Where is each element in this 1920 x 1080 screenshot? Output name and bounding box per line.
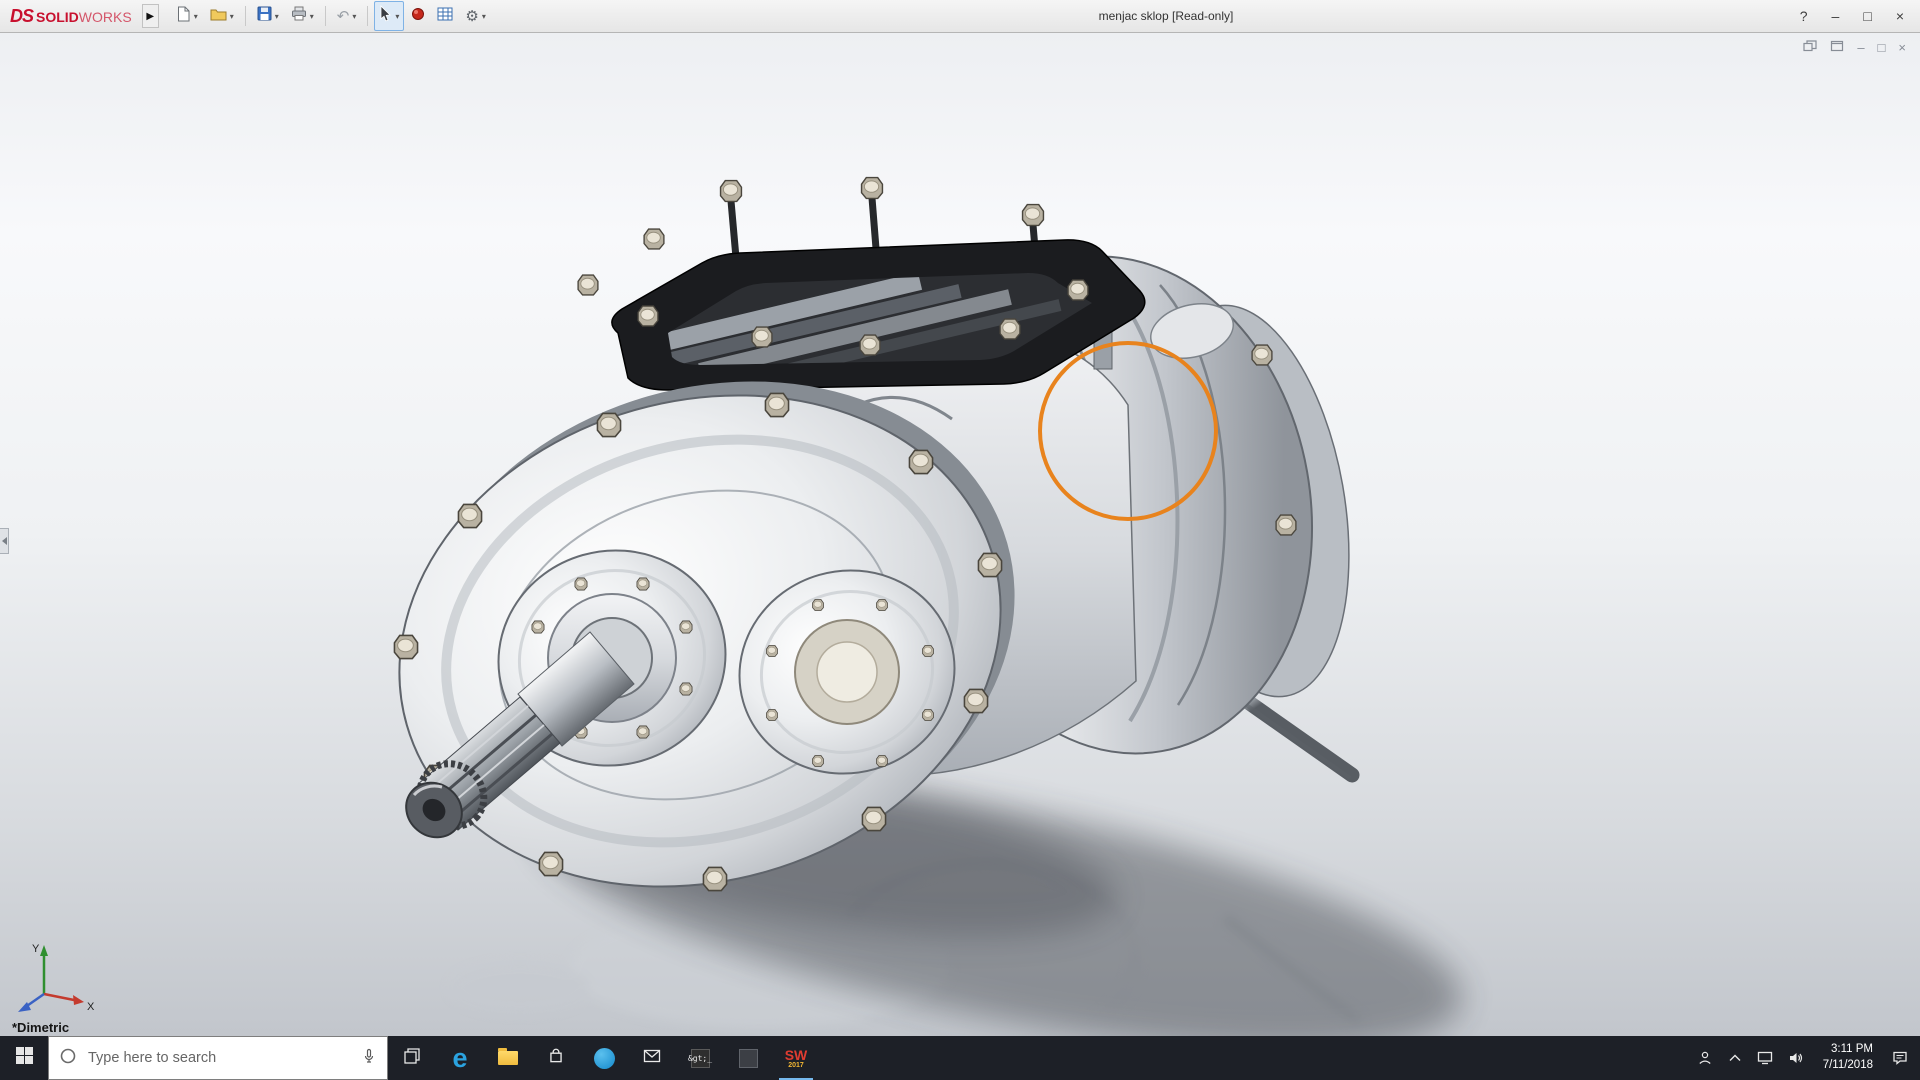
open-folder-icon: [210, 7, 227, 26]
grid-tool-button[interactable]: [432, 3, 458, 30]
chevron-down-icon[interactable]: ▾: [310, 12, 314, 21]
help-button[interactable]: ?: [1800, 8, 1808, 24]
round-blue-app-icon: [594, 1048, 615, 1069]
taskbar-edge-button[interactable]: e: [436, 1036, 484, 1080]
printer-icon: [291, 6, 307, 26]
toolbar-separator: [367, 6, 368, 26]
taskbar-apps: e &gt;_ SW 2017: [388, 1036, 820, 1080]
clock-time: 3:11 PM: [1831, 1042, 1873, 1058]
dark-app-icon: [739, 1049, 758, 1068]
windows-logo-icon: [16, 1047, 33, 1069]
doc-float-button[interactable]: [1830, 40, 1844, 54]
undo-button[interactable]: ↶ ▾: [332, 5, 362, 28]
chevron-down-icon[interactable]: ▾: [275, 12, 279, 21]
cursor-arrow-icon: [379, 5, 392, 27]
panel-collapse-tab[interactable]: [0, 528, 9, 554]
network-button[interactable]: [1757, 1051, 1773, 1065]
window-controls: ? – □ ×: [1800, 8, 1912, 24]
select-tool-button[interactable]: ▾: [374, 1, 404, 31]
windows-taskbar: e &gt;_ SW 2017: [0, 1036, 1920, 1080]
document-window-controls: – □ ×: [1803, 40, 1906, 54]
quick-access-toolbar: ▾ ▾ ▾ ▾ ↶ ▾ ▾: [171, 1, 491, 31]
taskbar-dark-app-button[interactable]: [724, 1036, 772, 1080]
doc-minimize-button[interactable]: –: [1857, 41, 1864, 54]
taskbar-command-prompt-button[interactable]: &gt;_: [676, 1036, 724, 1080]
action-center-button[interactable]: [1892, 1050, 1908, 1066]
gearbox-model[interactable]: [0, 33, 1920, 1036]
solidworks-logo: DSSOLIDWORKS: [10, 6, 132, 27]
reference-triad: Y X: [10, 938, 100, 1016]
mail-envelope-icon: [643, 1049, 661, 1068]
triad-x-label: X: [87, 1001, 95, 1013]
gear-icon: ⚙: [465, 9, 478, 24]
doc-close-button[interactable]: ×: [1898, 41, 1906, 54]
open-document-button[interactable]: ▾: [205, 3, 239, 30]
file-explorer-icon: [498, 1051, 518, 1065]
new-document-icon: [176, 6, 191, 27]
triad-y-label: Y: [32, 943, 40, 955]
store-bag-icon: [547, 1047, 565, 1070]
search-input[interactable]: [86, 1049, 352, 1067]
start-button[interactable]: [0, 1036, 48, 1080]
volume-button[interactable]: [1788, 1051, 1804, 1065]
clock-date: 7/11/2018: [1823, 1058, 1873, 1074]
edge-icon: e: [452, 1046, 467, 1070]
solidworks-window: DSSOLIDWORKS ▶ ▾ ▾ ▾ ▾ ↶: [0, 0, 1920, 1080]
window-title: menjac sklop [Read-only]: [1016, 9, 1316, 23]
doc-maximize-button[interactable]: □: [1878, 41, 1886, 54]
toolbar-separator: [245, 6, 246, 26]
chevron-down-icon[interactable]: ▾: [352, 12, 356, 21]
red-sphere-icon: [411, 7, 425, 26]
doc-cascade-button[interactable]: [1803, 40, 1817, 54]
ds-logo-text: DS: [10, 6, 33, 27]
task-view-icon: [403, 1047, 421, 1070]
new-document-button[interactable]: ▾: [171, 2, 203, 31]
title-bar: DSSOLIDWORKS ▶ ▾ ▾ ▾ ▾ ↶: [0, 0, 1920, 33]
cortana-icon: [59, 1047, 77, 1070]
print-button[interactable]: ▾: [286, 2, 319, 30]
solidworks-app-icon: SW 2017: [785, 1048, 808, 1069]
sphere-tool-button[interactable]: [406, 3, 430, 30]
chevron-down-icon[interactable]: ▾: [395, 12, 399, 21]
grid-table-icon: [437, 7, 453, 26]
chevron-left-icon: [2, 537, 7, 545]
save-floppy-icon: [257, 6, 272, 26]
people-button[interactable]: [1697, 1050, 1713, 1066]
top-cover: [578, 178, 1145, 390]
chevron-down-icon[interactable]: ▾: [230, 12, 234, 21]
command-prompt-icon: &gt;_: [691, 1049, 710, 1068]
menu-expand-button[interactable]: ▶: [142, 4, 159, 28]
taskbar-clock[interactable]: 3:11 PM 7/11/2018: [1819, 1042, 1877, 1073]
graphics-area[interactable]: – □ × Y X *Dimetric: [0, 33, 1920, 1036]
system-tray: 3:11 PM 7/11/2018: [1685, 1036, 1920, 1080]
view-orientation-label: *Dimetric: [12, 1020, 69, 1035]
options-button[interactable]: ⚙ ▾: [460, 5, 490, 28]
taskbar-round-blue-app-button[interactable]: [580, 1036, 628, 1080]
taskbar-file-explorer-button[interactable]: [484, 1036, 532, 1080]
taskbar-store-button[interactable]: [532, 1036, 580, 1080]
microphone-icon[interactable]: [361, 1048, 377, 1069]
task-view-button[interactable]: [388, 1036, 436, 1080]
save-button[interactable]: ▾: [252, 2, 284, 30]
taskbar-search-box[interactable]: [48, 1036, 388, 1080]
taskbar-mail-button[interactable]: [628, 1036, 676, 1080]
taskbar-solidworks-button[interactable]: SW 2017: [772, 1036, 820, 1080]
chevron-down-icon[interactable]: ▾: [194, 12, 198, 21]
minimize-button[interactable]: –: [1832, 8, 1840, 24]
chevron-down-icon[interactable]: ▾: [482, 12, 486, 21]
close-button[interactable]: ×: [1896, 8, 1904, 24]
hidden-icons-chevron-button[interactable]: [1728, 1053, 1742, 1063]
undo-icon: ↶: [337, 9, 350, 24]
toolbar-separator: [325, 6, 326, 26]
maximize-button[interactable]: □: [1863, 8, 1871, 24]
